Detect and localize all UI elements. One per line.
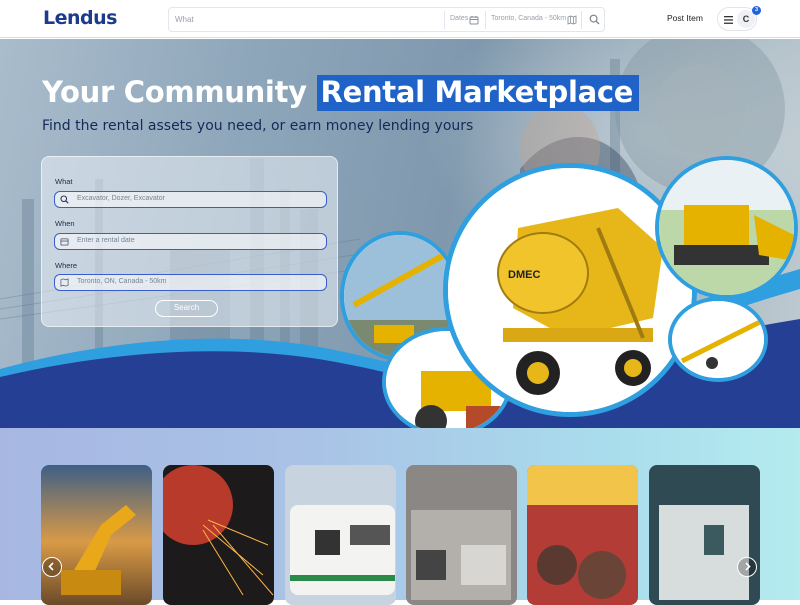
what-label: What xyxy=(55,177,73,186)
header-dates-input[interactable]: Dates xyxy=(450,15,468,22)
top-header: Lendus What Dates Toronto, Canada - 50km… xyxy=(0,0,800,38)
post-item-link[interactable]: Post Item xyxy=(667,13,703,23)
category-card-medical[interactable] xyxy=(649,465,760,605)
search-divider xyxy=(485,11,486,29)
map-icon xyxy=(567,15,577,25)
welding-sparks-image xyxy=(163,465,274,605)
hero-search-button[interactable]: Search xyxy=(155,300,218,317)
svg-text:DMEC: DMEC xyxy=(508,269,540,281)
hero-title: Your Community Rental Marketplace xyxy=(42,75,640,111)
where-value: Toronto, ON, Canada - 50km xyxy=(77,278,167,285)
category-card-events[interactable] xyxy=(527,465,638,605)
what-input[interactable]: Excavator, Dozer, Excavator xyxy=(54,191,327,208)
notification-badge: 3 xyxy=(752,6,761,15)
hero-search-form: What Excavator, Dozer, Excavator When En… xyxy=(41,156,338,327)
map-icon xyxy=(60,278,69,287)
hero-subtitle: Find the rental assets you need, or earn… xyxy=(42,118,474,134)
when-label: When xyxy=(55,219,75,228)
when-input[interactable]: Enter a rental date xyxy=(54,233,327,250)
carousel-prev-button[interactable] xyxy=(42,557,62,577)
where-input[interactable]: Toronto, ON, Canada - 50km xyxy=(54,274,327,291)
search-divider xyxy=(581,11,582,29)
chevron-right-icon xyxy=(745,562,751,571)
chevron-left-icon xyxy=(48,562,54,571)
category-card-rv[interactable] xyxy=(285,465,396,605)
hero-title-plain: Your Community xyxy=(42,75,307,109)
concert-crowd-image xyxy=(527,465,638,605)
medical-equipment-image xyxy=(649,465,760,605)
conveyor-image[interactable] xyxy=(668,297,768,382)
search-icon xyxy=(60,195,69,204)
hamburger-menu-icon xyxy=(724,16,733,24)
hero-section: Your Community Rental Marketplace Find t… xyxy=(0,39,800,428)
rv-camper-image xyxy=(285,465,396,605)
excavator-image xyxy=(41,465,152,605)
lendus-logo[interactable]: Lendus xyxy=(43,7,117,29)
header-what-input[interactable]: What xyxy=(175,15,194,24)
category-card-excavator[interactable] xyxy=(41,465,152,605)
carousel-next-button[interactable] xyxy=(737,557,757,577)
category-card-welding[interactable] xyxy=(163,465,274,605)
where-label: Where xyxy=(55,261,78,270)
calendar-icon xyxy=(60,238,69,246)
header-search-bar[interactable]: What Dates Toronto, Canada - 50km xyxy=(168,7,605,32)
user-menu-button[interactable]: C 3 xyxy=(717,6,761,31)
category-card-kitchen[interactable] xyxy=(406,465,517,605)
calendar-icon xyxy=(469,16,479,25)
when-placeholder: Enter a rental date xyxy=(77,237,135,244)
hero-title-highlight: Rental Marketplace xyxy=(316,75,640,111)
header-location-input[interactable]: Toronto, Canada - 50km xyxy=(491,15,566,22)
search-icon[interactable] xyxy=(589,14,600,25)
what-placeholder: Excavator, Dozer, Excavator xyxy=(77,195,165,202)
bulldozer-image[interactable] xyxy=(655,156,798,299)
kitchen-equipment-image xyxy=(406,465,517,605)
search-divider xyxy=(444,11,445,29)
